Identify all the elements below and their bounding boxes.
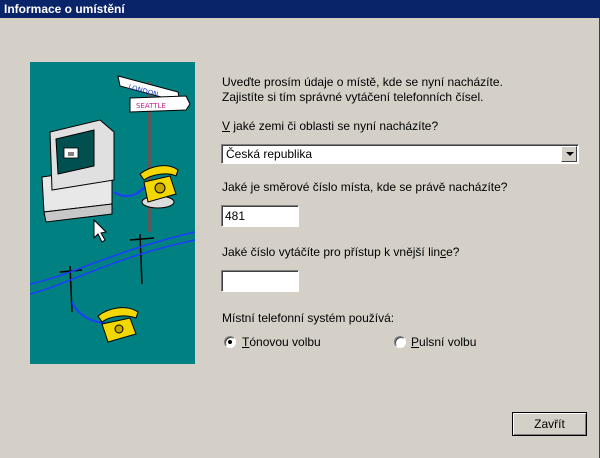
country-dropdown-button[interactable] [561, 146, 577, 162]
computer-icon [41, 119, 115, 223]
tone-dialing-label[interactable]: Tónovou volbu [242, 335, 321, 349]
location-illustration: LONDON SEATTLE [30, 62, 195, 364]
dialing-type-label: Místní telefonní systém používá: [222, 311, 395, 325]
telephone-poles-icon [59, 233, 155, 313]
pulse-dialing-text: ulsní volbu [419, 335, 477, 349]
title-bar: Informace o umístění [0, 0, 600, 18]
signpost-icon: LONDON SEATTLE [117, 75, 191, 113]
location-info-dialog: Informace o umístění LONDON SEATTLE Uveď… [0, 0, 600, 458]
pulse-dialing-accel: P [411, 335, 420, 349]
telephone-bottom-icon [97, 307, 139, 343]
window-title: Informace o umístění [4, 2, 125, 16]
country-label-accel: V [222, 119, 231, 133]
country-select-value: Česká republika [226, 147, 313, 161]
area-code-label: Jaké je směrové číslo místa, kde se práv… [222, 180, 508, 194]
country-select[interactable]: Česká republika [221, 144, 579, 164]
outside-line-input[interactable] [221, 270, 299, 292]
location-illustration-svg: LONDON SEATTLE [30, 75, 195, 343]
sign-seattle-text: SEATTLE [136, 102, 166, 110]
intro-line-1: Uveďte prosím údaje o místě, kde se nyní… [222, 75, 503, 89]
tone-dialing-radio[interactable] [224, 336, 236, 348]
area-code-input[interactable]: 481 [221, 205, 299, 227]
country-label-text: jaké zemi či oblasti se nyní nacházíte? [230, 119, 439, 133]
tone-dialing-text: ónovou volbu [249, 335, 321, 349]
intro-line-2: Zajistíte si tím správné vytáčení telefo… [222, 90, 484, 104]
pulse-dialing-label[interactable]: Pulsní volbu [411, 335, 476, 349]
outside-line-label: Jaké číslo vytáčíte pro přístup k vnější… [222, 245, 459, 259]
close-button[interactable]: Zavřít [512, 412, 587, 436]
telephone-icon [139, 165, 179, 209]
outside-line-label-text: Jaké číslo vytáčíte pro přístup k vnější… [222, 245, 441, 259]
outside-line-label-end: e? [446, 245, 460, 259]
mouse-pointer-icon [93, 218, 108, 243]
country-label: V jaké zemi či oblasti se nyní nacházíte… [222, 119, 438, 133]
pulse-dialing-radio[interactable] [394, 336, 406, 348]
